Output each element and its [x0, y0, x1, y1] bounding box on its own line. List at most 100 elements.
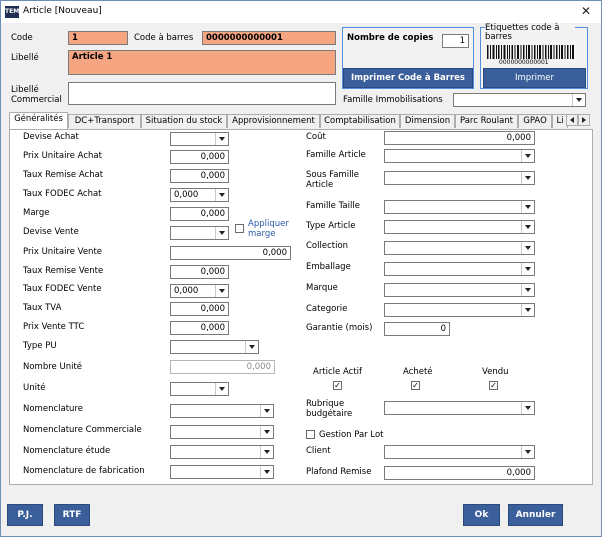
chevron-down-icon [521, 304, 534, 316]
type-pu-select[interactable] [170, 340, 259, 354]
appliquer-marge-label: Appliquer marge [248, 219, 289, 239]
chevron-down-icon [521, 446, 534, 458]
plafond-remise-label: Plafond Remise [306, 467, 372, 477]
nomenclature-commerciale-select[interactable] [170, 425, 274, 439]
prix-unitaire-achat-label: Prix Unitaire Achat [23, 151, 102, 161]
chevron-down-icon [521, 284, 534, 296]
tab-generalites[interactable]: Généralités [9, 112, 68, 129]
marque-select[interactable] [384, 283, 535, 297]
code-input[interactable]: 1 [68, 31, 128, 45]
prix-vente-ttc-input[interactable]: 0,000 [170, 321, 229, 335]
ok-button[interactable]: Ok [463, 504, 500, 526]
taux-remise-vente-input[interactable]: 0,000 [170, 265, 229, 279]
chevron-down-icon [521, 242, 534, 254]
vendu-checkbox[interactable]: ✓ [489, 381, 498, 390]
chevron-down-icon [521, 263, 534, 275]
close-icon[interactable]: ✕ [581, 4, 591, 18]
copies-label: Nombre de copies [347, 33, 434, 43]
tab-situation-stock[interactable]: Situation du stock [141, 114, 227, 128]
famille-immo-select[interactable] [453, 93, 586, 107]
barcode-digits: 0000000000001 [499, 59, 549, 66]
vendu-label: Vendu [482, 367, 509, 377]
plafond-remise-input[interactable]: 0,000 [384, 466, 535, 480]
taux-fodec-vente-value: 0,000 [174, 286, 199, 296]
chevron-down-icon [521, 221, 534, 233]
tab-parc-roulant[interactable]: Parc Roulant [455, 114, 518, 128]
libelle-commercial-input[interactable] [68, 82, 336, 105]
tab-dimension[interactable]: Dimension [400, 114, 455, 128]
famille-immo-label: Famille Immobilisations [343, 95, 443, 105]
collection-label: Collection [306, 241, 349, 251]
libelle-commercial-label: Libellé Commercial [11, 85, 62, 105]
taux-fodec-vente-label: Taux FODEC Vente [23, 284, 102, 294]
marge-input[interactable]: 0,000 [170, 207, 229, 221]
categorie-select[interactable] [384, 303, 535, 317]
tab-approvisionnement[interactable]: Approvisionnement [227, 114, 320, 128]
emballage-select[interactable] [384, 262, 535, 276]
gestion-par-lot-label: Gestion Par Lot [319, 430, 384, 440]
copies-input[interactable]: 1 [442, 34, 469, 48]
nomenclature-etude-select[interactable] [170, 445, 274, 459]
nombre-unite-input[interactable]: 0,000 [170, 360, 275, 374]
famille-taille-select[interactable] [384, 200, 535, 214]
achete-checkbox[interactable]: ✓ [411, 381, 420, 390]
print-barcode-button[interactable]: Imprimer Code à Barres [343, 68, 473, 88]
barcode-label: Code à barres [134, 33, 194, 43]
rubrique-budgetaire-select[interactable] [384, 401, 535, 415]
cancel-button[interactable]: Annuler [508, 504, 563, 526]
chevron-down-icon [260, 426, 273, 438]
taux-fodec-vente-select[interactable]: 0,000 [170, 284, 229, 298]
famille-article-label: Famille Article [306, 150, 366, 160]
chevron-down-icon [521, 402, 534, 414]
sous-famille-article-select[interactable] [384, 171, 535, 185]
tab-gpao[interactable]: GPAO [518, 114, 552, 128]
appliquer-marge-checkbox[interactable] [235, 224, 244, 233]
chevron-down-icon [521, 172, 534, 184]
tab-dc-transport[interactable]: DC+Transport [68, 114, 141, 128]
unite-select[interactable] [170, 382, 229, 396]
nomenclature-etude-label: Nomenclature étude [23, 446, 111, 456]
devise-achat-label: Devise Achat [23, 132, 79, 142]
barcode-input[interactable]: 0000000000001 [202, 31, 336, 45]
taux-remise-achat-input[interactable]: 0,000 [170, 169, 229, 183]
type-article-select[interactable] [384, 220, 535, 234]
nombre-unite-label: Nombre Unité [23, 362, 83, 372]
famille-article-select[interactable] [384, 149, 535, 163]
tab-comptabilisation[interactable]: Comptabilisation [320, 114, 400, 128]
famille-taille-label: Famille Taille [306, 201, 360, 211]
tab-strip: Généralités DC+Transport Situation du st… [9, 112, 593, 129]
prix-unitaire-achat-input[interactable]: 0,000 [170, 150, 229, 164]
type-article-label: Type Article [306, 221, 356, 231]
nomenclature-select[interactable] [170, 404, 274, 418]
article-window: TEM Article [Nouveau] ✕ Code 1 Code à ba… [0, 0, 602, 537]
nomenclature-fabrication-select[interactable] [170, 465, 274, 479]
nomenclature-commerciale-label: Nomenclature Commerciale [23, 425, 142, 435]
categorie-label: Categorie [306, 304, 348, 314]
attachments-button[interactable]: P.J. [7, 504, 43, 526]
cout-input[interactable]: 0,000 [384, 131, 535, 145]
garantie-input[interactable]: 0 [384, 322, 450, 336]
client-select[interactable] [384, 445, 535, 459]
devise-achat-select[interactable] [170, 132, 229, 146]
devise-vente-select[interactable] [170, 226, 229, 240]
gestion-par-lot-checkbox[interactable] [306, 430, 315, 439]
marque-label: Marque [306, 283, 338, 293]
article-actif-label: Article Actif [313, 367, 362, 377]
rtf-button[interactable]: RTF [54, 504, 90, 526]
chevron-down-icon [215, 383, 228, 395]
tab-scroll-right-icon[interactable] [578, 114, 590, 126]
article-actif-checkbox[interactable]: ✓ [333, 381, 342, 390]
chevron-down-icon [521, 150, 534, 162]
libelle-input[interactable]: Article 1 [68, 50, 336, 75]
emballage-label: Emballage [306, 262, 351, 272]
chevron-down-icon [215, 189, 228, 201]
taux-tva-input[interactable]: 0,000 [170, 302, 229, 316]
taux-fodec-achat-select[interactable]: 0,000 [170, 188, 229, 202]
print-labels-button[interactable]: Imprimer [483, 68, 586, 88]
window-title: Article [Nouveau] [23, 6, 102, 16]
tab-scroll-left-icon[interactable] [566, 114, 578, 126]
prix-unitaire-vente-input[interactable]: 0,000 [170, 246, 291, 260]
rubrique-budgetaire-label: Rubrique budgétaire [306, 399, 353, 419]
collection-select[interactable] [384, 241, 535, 255]
devise-vente-label: Devise Vente [23, 227, 79, 237]
